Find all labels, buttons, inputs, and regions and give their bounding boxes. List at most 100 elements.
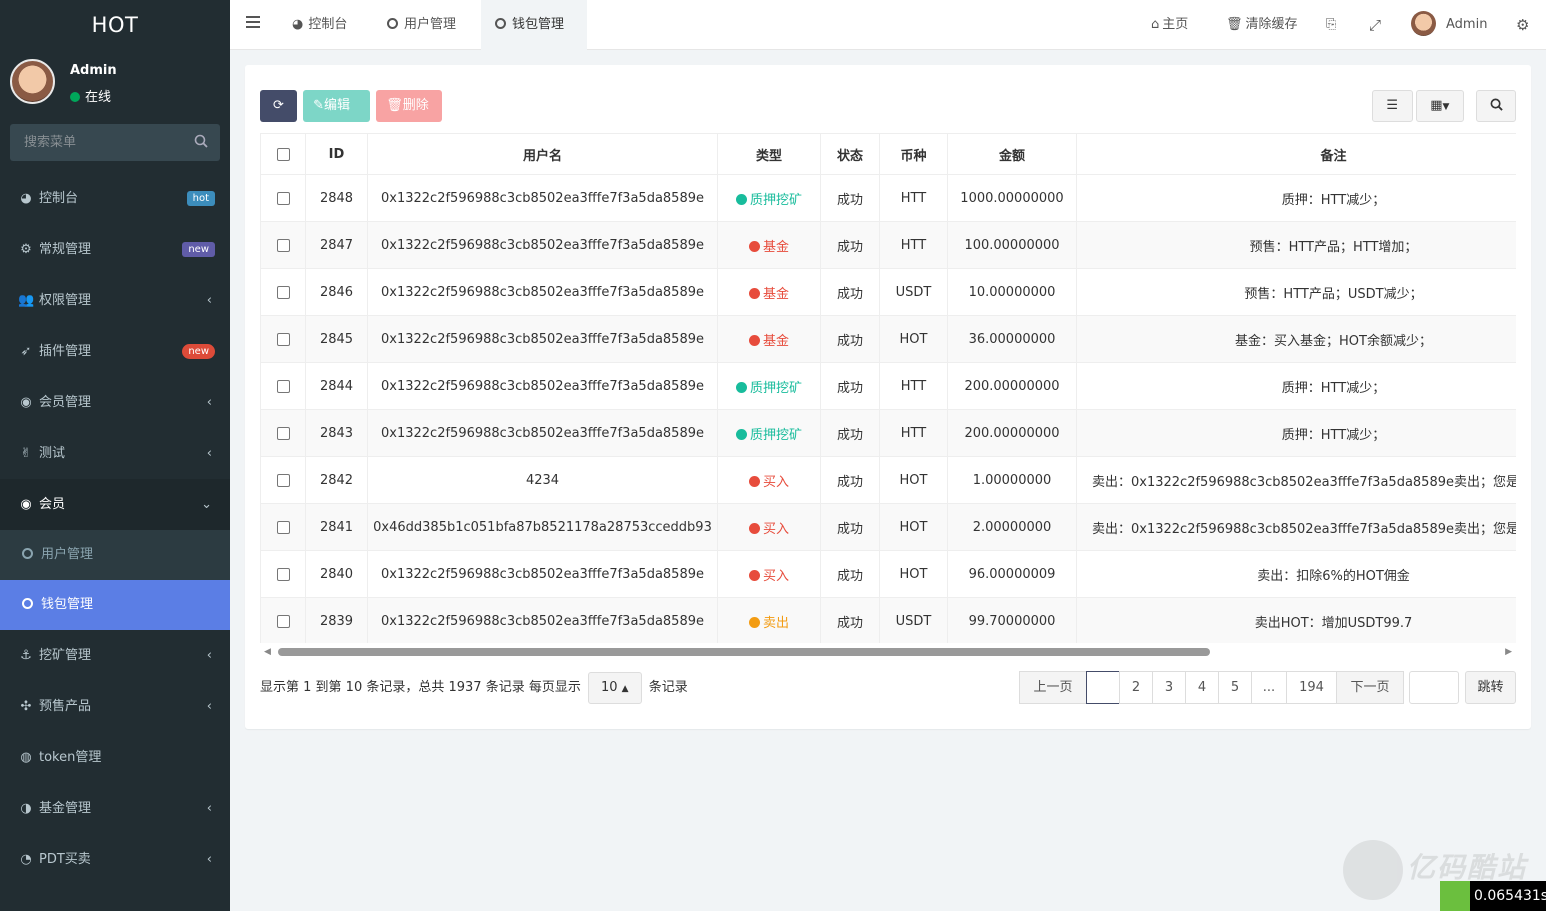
table-row[interactable]: 2845 0x1322c2f596988c3cb8502ea3fffe7f3a5d… <box>260 315 1516 363</box>
refresh-button[interactable]: ⟳ <box>260 90 297 122</box>
prev-page-button[interactable]: 上一页 <box>1019 671 1087 704</box>
row-checkbox[interactable] <box>276 614 290 628</box>
column-header-status[interactable]: 状态 <box>820 133 880 175</box>
row-select-cell <box>260 456 306 504</box>
sidebar-item-items-4[interactable]: ◉ 会员管理 ‹ <box>0 377 230 428</box>
tab-dashboard[interactable]: ◕ 控制台 <box>278 0 361 50</box>
page-button-1[interactable]: 2 <box>1119 671 1153 704</box>
search-button[interactable] <box>1476 90 1516 122</box>
columns-dropdown-button[interactable]: ▦▼ <box>1415 90 1464 122</box>
page-jump-button[interactable]: 跳转 <box>1465 671 1516 704</box>
type-badge[interactable]: 买入 <box>748 475 789 490</box>
type-badge[interactable]: 基金 <box>748 334 789 349</box>
horizontal-scrollbar[interactable]: ◀ ▶ <box>260 645 1516 659</box>
table-row[interactable]: 2843 0x1322c2f596988c3cb8502ea3fffe7f3a5d… <box>260 409 1516 457</box>
fullscreen-icon[interactable]: ⤢ <box>1369 0 1381 50</box>
type-badge[interactable]: 质押挖矿 <box>735 428 802 443</box>
delete-button[interactable]: 🗑删除 <box>376 90 443 122</box>
sidebar-item-items_after-3[interactable]: ◑ 基金管理 ‹ <box>0 783 230 834</box>
page-button-6[interactable]: 194 <box>1286 671 1337 704</box>
sidebar-toggle-icon[interactable] <box>246 16 260 34</box>
sidebar-item-items-6[interactable]: ◉ 会员 ⌄ <box>0 479 230 530</box>
column-header-id[interactable]: ID <box>305 133 368 175</box>
sidebar-item-items_after-4[interactable]: ◔ PDT买卖 ‹ <box>0 834 230 885</box>
row-checkbox[interactable] <box>276 520 290 534</box>
sidebar-item-items_after-1[interactable]: ✣ 预售产品 ‹ <box>0 681 230 732</box>
caret-up-icon: ▲ <box>621 684 629 694</box>
translate-icon[interactable]: ⎘ <box>1326 0 1336 50</box>
row-checkbox[interactable] <box>276 238 290 252</box>
table-row[interactable]: 2846 0x1322c2f596988c3cb8502ea3fffe7f3a5d… <box>260 268 1516 316</box>
type-dot-icon <box>748 334 760 346</box>
tab-user-management[interactable]: 用户管理 <box>373 0 470 50</box>
column-header-remark[interactable]: 备注 <box>1076 133 1516 175</box>
scroll-left-icon[interactable]: ◀ <box>264 647 271 657</box>
type-badge[interactable]: 质押挖矿 <box>735 380 802 396</box>
sidebar-item-items_after-0[interactable]: ⚓ 挖矿管理 ‹ <box>0 630 230 681</box>
cell-amount: 10.00000000 <box>947 268 1077 316</box>
row-checkbox[interactable] <box>276 285 290 299</box>
type-badge[interactable]: 买入 <box>748 569 789 584</box>
table-row[interactable]: 2848 0x1322c2f596988c3cb8502ea3fffe7f3a5d… <box>260 174 1516 222</box>
column-header-username[interactable]: 用户名 <box>367 133 718 175</box>
edit-button[interactable]: ✎编辑 <box>303 90 371 122</box>
table-row[interactable]: 2844 0x1322c2f596988c3cb8502ea3fffe7f3a5d… <box>260 362 1516 410</box>
type-badge[interactable]: 买入 <box>748 522 789 537</box>
type-label: 卖出 <box>762 615 789 631</box>
clear-cache-link[interactable]: 🗑 清除缓存 <box>1226 0 1298 50</box>
table-row[interactable]: 2847 0x1322c2f596988c3cb8502ea3fffe7f3a5d… <box>260 221 1516 269</box>
cell-type: 基金 <box>717 221 821 269</box>
type-badge[interactable]: 卖出 <box>748 615 789 631</box>
sidebar-item-items-5[interactable]: ✌ 测试 ‹ <box>0 428 230 479</box>
toggle-view-button[interactable]: ☰ <box>1371 90 1413 122</box>
table-row[interactable]: 2841 0x46dd385b1c051bfa87b8521178a28753cc… <box>260 503 1516 551</box>
sidebar-item-label: token管理 <box>39 750 102 765</box>
select-all-checkbox[interactable] <box>276 147 290 161</box>
page-button-0[interactable]: 1 <box>1086 671 1120 704</box>
menu-search-input[interactable] <box>10 124 220 161</box>
next-page-button[interactable]: 下一页 <box>1336 671 1404 704</box>
type-badge[interactable]: 基金 <box>748 287 789 302</box>
type-label: 质押挖矿 <box>749 380 802 396</box>
row-checkbox[interactable] <box>276 473 290 487</box>
pencil-icon: ✎ <box>313 98 325 113</box>
app-logo[interactable]: HOT <box>0 0 230 50</box>
cell-status: 成功 <box>820 268 880 316</box>
row-checkbox[interactable] <box>276 191 290 205</box>
type-badge[interactable]: 基金 <box>748 240 789 255</box>
sidebar-item-items-2[interactable]: 👥 权限管理 ‹ <box>0 275 230 326</box>
page-size-dropdown[interactable]: 10 ▲ <box>587 672 642 704</box>
page-jump-input[interactable] <box>1409 671 1459 704</box>
column-header-type[interactable]: 类型 <box>717 133 821 175</box>
submenu-item-0[interactable]: 用户管理 <box>0 530 230 580</box>
column-header-coin[interactable]: 币种 <box>879 133 948 175</box>
type-badge[interactable]: 质押挖矿 <box>735 193 802 208</box>
sidebar-item-items-3[interactable]: ➶ 插件管理 new <box>0 326 230 377</box>
avatar <box>10 59 55 104</box>
page-button-4[interactable]: 5 <box>1218 671 1252 704</box>
type-dot-icon <box>748 240 760 252</box>
scrollbar-thumb[interactable] <box>278 648 1210 656</box>
home-link[interactable]: ⌂ 主页 <box>1151 0 1188 50</box>
page-button-3[interactable]: 4 <box>1185 671 1219 704</box>
table-row[interactable]: 2839 0x1322c2f596988c3cb8502ea3fffe7f3a5d… <box>260 597 1516 643</box>
tab-wallet-management[interactable]: 钱包管理 <box>481 0 587 50</box>
sidebar-item-items_after-2[interactable]: ◍ token管理 <box>0 732 230 783</box>
search-icon[interactable] <box>194 134 208 148</box>
sidebar-item-items-1[interactable]: ⚙ 常规管理 new <box>0 224 230 275</box>
scroll-right-icon[interactable]: ▶ <box>1505 647 1512 657</box>
table-row[interactable]: 2840 0x1322c2f596988c3cb8502ea3fffe7f3a5d… <box>260 550 1516 598</box>
row-checkbox[interactable] <box>276 567 290 581</box>
column-header-amount[interactable]: 金额 <box>947 133 1077 175</box>
submenu-item-1[interactable]: 钱包管理 <box>0 580 230 630</box>
cell-remark: 质押：HTT减少； <box>1076 174 1516 222</box>
page-button-2[interactable]: 3 <box>1152 671 1186 704</box>
admin-menu[interactable]: Admin <box>1411 0 1487 50</box>
sidebar-item-items-0[interactable]: ◕ 控制台 hot <box>0 173 230 224</box>
table-row[interactable]: 2842 4234 买入 成功 HOT 1.00000000 卖出：0x1322c2f596… <box>260 456 1516 504</box>
row-checkbox[interactable] <box>276 379 290 393</box>
search-icon <box>1490 98 1503 111</box>
row-checkbox[interactable] <box>276 426 290 440</box>
row-checkbox[interactable] <box>276 332 290 346</box>
gears-icon[interactable]: ⚙ <box>1516 0 1529 50</box>
